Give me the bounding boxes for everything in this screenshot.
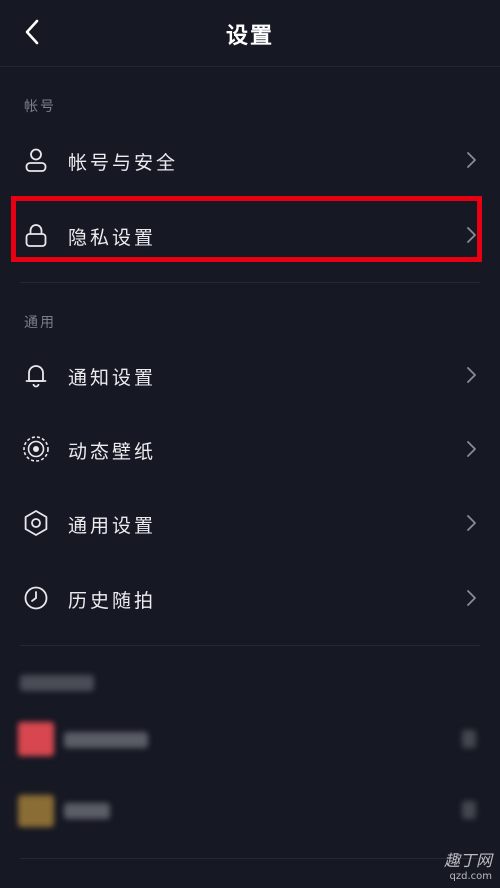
settings-item-label: 历史随拍 [68,590,157,612]
chevron-right-icon [467,590,476,606]
section-header-general: 通用 [24,315,56,331]
bell-icon [22,361,50,389]
settings-item-notifications[interactable]: 通知设置 [0,347,500,403]
section-divider [20,282,480,283]
watermark: 趣丁网 qzd.com [444,847,492,882]
settings-item-live-wallpaper[interactable]: 动态壁纸 [0,421,500,477]
chevron-right-icon [467,152,476,168]
settings-item-general[interactable]: 通用设置 [0,495,500,551]
top-bar: 设置 [0,0,500,67]
settings-item-label: 通知设置 [68,367,157,389]
blurred-chevron [462,730,476,748]
settings-item-history[interactable]: 历史随拍 [0,570,500,626]
chevron-right-icon [467,367,476,383]
blurred-list-item[interactable] [0,783,500,839]
settings-item-label: 通用设置 [68,515,157,537]
section-header-account: 帐号 [24,99,56,115]
chevron-right-icon [467,441,476,457]
blurred-chevron [462,801,476,819]
section-divider [20,645,480,646]
chevron-right-icon [467,227,476,243]
live-wallpaper-icon [22,435,50,463]
watermark-sub: qzd.com [449,871,492,882]
watermark-main: 趣丁网 [443,851,492,870]
settings-item-label: 隐私设置 [68,227,157,249]
blurred-label [64,732,148,748]
blurred-label [64,803,110,819]
gear-icon [22,509,50,537]
chevron-right-icon [467,515,476,531]
section-divider [20,858,480,859]
blurred-app-icon [18,722,54,756]
blurred-list-item[interactable] [0,712,500,768]
settings-item-label: 帐号与安全 [68,152,179,174]
person-icon [22,146,50,174]
settings-item-account-security[interactable]: 帐号与安全 [0,132,500,188]
lock-icon [22,221,50,249]
blurred-app-icon [18,795,54,827]
settings-item-label: 动态壁纸 [68,441,157,463]
settings-item-privacy[interactable]: 隐私设置 [0,207,500,263]
page-title: 设置 [225,24,274,49]
blurred-section-header [20,675,94,691]
history-clock-icon [22,584,50,612]
